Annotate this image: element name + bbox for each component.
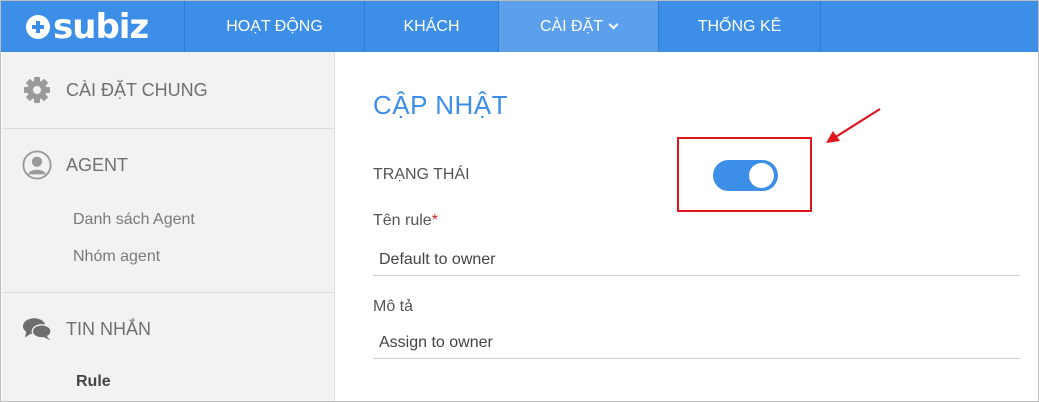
chat-bubbles-icon	[22, 314, 52, 344]
annotation-arrow-icon	[826, 108, 881, 143]
description-label: Mô tả	[373, 298, 414, 315]
main-content: CẬP NHẬT TRẠNG THÁI Tên rule* Mô tả	[336, 52, 1038, 401]
chevron-down-icon	[608, 19, 619, 30]
sidebar-item-messages-label: TIN NHẮN	[66, 318, 151, 339]
logo-plus-icon	[26, 14, 50, 39]
nav-statistics[interactable]: THỐNG KÊ	[659, 1, 821, 52]
rule-name-label-text: Tên rule	[373, 212, 432, 229]
top-nav-bar: subiz HOẠT ĐỘNG KHÁCH CÀI ĐẶT THỐNG KÊ	[1, 1, 1038, 52]
sidebar-item-messages[interactable]: TIN NHẮN	[2, 293, 334, 365]
sidebar-section-agent: AGENT Danh sách Agent Nhóm agent	[2, 129, 334, 293]
sidebar-item-agent-list[interactable]: Danh sách Agent	[2, 201, 334, 238]
annotation-highlight-box	[677, 137, 812, 212]
page-title: CẬP NHẬT	[373, 90, 508, 120]
sidebar-item-general-label: CÀI ĐẶT CHUNG	[66, 79, 208, 100]
nav-activity-label: HOẠT ĐỘNG	[226, 17, 323, 35]
sidebar-section-general: CÀI ĐẶT CHUNG	[2, 52, 334, 129]
nav-activity[interactable]: HOẠT ĐỘNG	[185, 1, 365, 52]
required-mark: *	[431, 212, 438, 229]
rule-name-label: Tên rule*	[373, 212, 438, 230]
nav-customers-label: KHÁCH	[403, 17, 460, 35]
user-circle-icon	[22, 150, 52, 180]
sidebar-item-general[interactable]: CÀI ĐẶT CHUNG	[2, 52, 334, 128]
settings-sidebar: CÀI ĐẶT CHUNG AGENT Danh sách Agent Nhóm…	[2, 52, 335, 401]
nav-settings-label: CÀI ĐẶT	[539, 17, 604, 35]
sidebar-item-rule[interactable]: Rule	[2, 363, 334, 400]
nav-settings[interactable]: CÀI ĐẶT	[499, 1, 659, 52]
status-label: TRẠNG THÁI	[373, 166, 470, 183]
nav-statistics-label: THỐNG KÊ	[697, 17, 782, 35]
sidebar-item-agent-label: AGENT	[66, 154, 129, 175]
brand-logo[interactable]: subiz	[1, 1, 185, 52]
description-input[interactable]	[373, 327, 1020, 359]
nav-filler	[821, 1, 1038, 52]
nav-customers[interactable]: KHÁCH	[365, 1, 499, 52]
brand-name: subiz	[53, 6, 149, 47]
gear-icon	[22, 75, 52, 105]
rule-name-input[interactable]	[373, 244, 1020, 276]
app-window: subiz HOẠT ĐỘNG KHÁCH CÀI ĐẶT THỐNG KÊ C…	[0, 0, 1039, 402]
sidebar-section-messages: TIN NHẮN Rule	[2, 293, 334, 400]
sidebar-item-agent-groups[interactable]: Nhóm agent	[2, 238, 334, 275]
sidebar-item-agent[interactable]: AGENT	[2, 129, 334, 201]
